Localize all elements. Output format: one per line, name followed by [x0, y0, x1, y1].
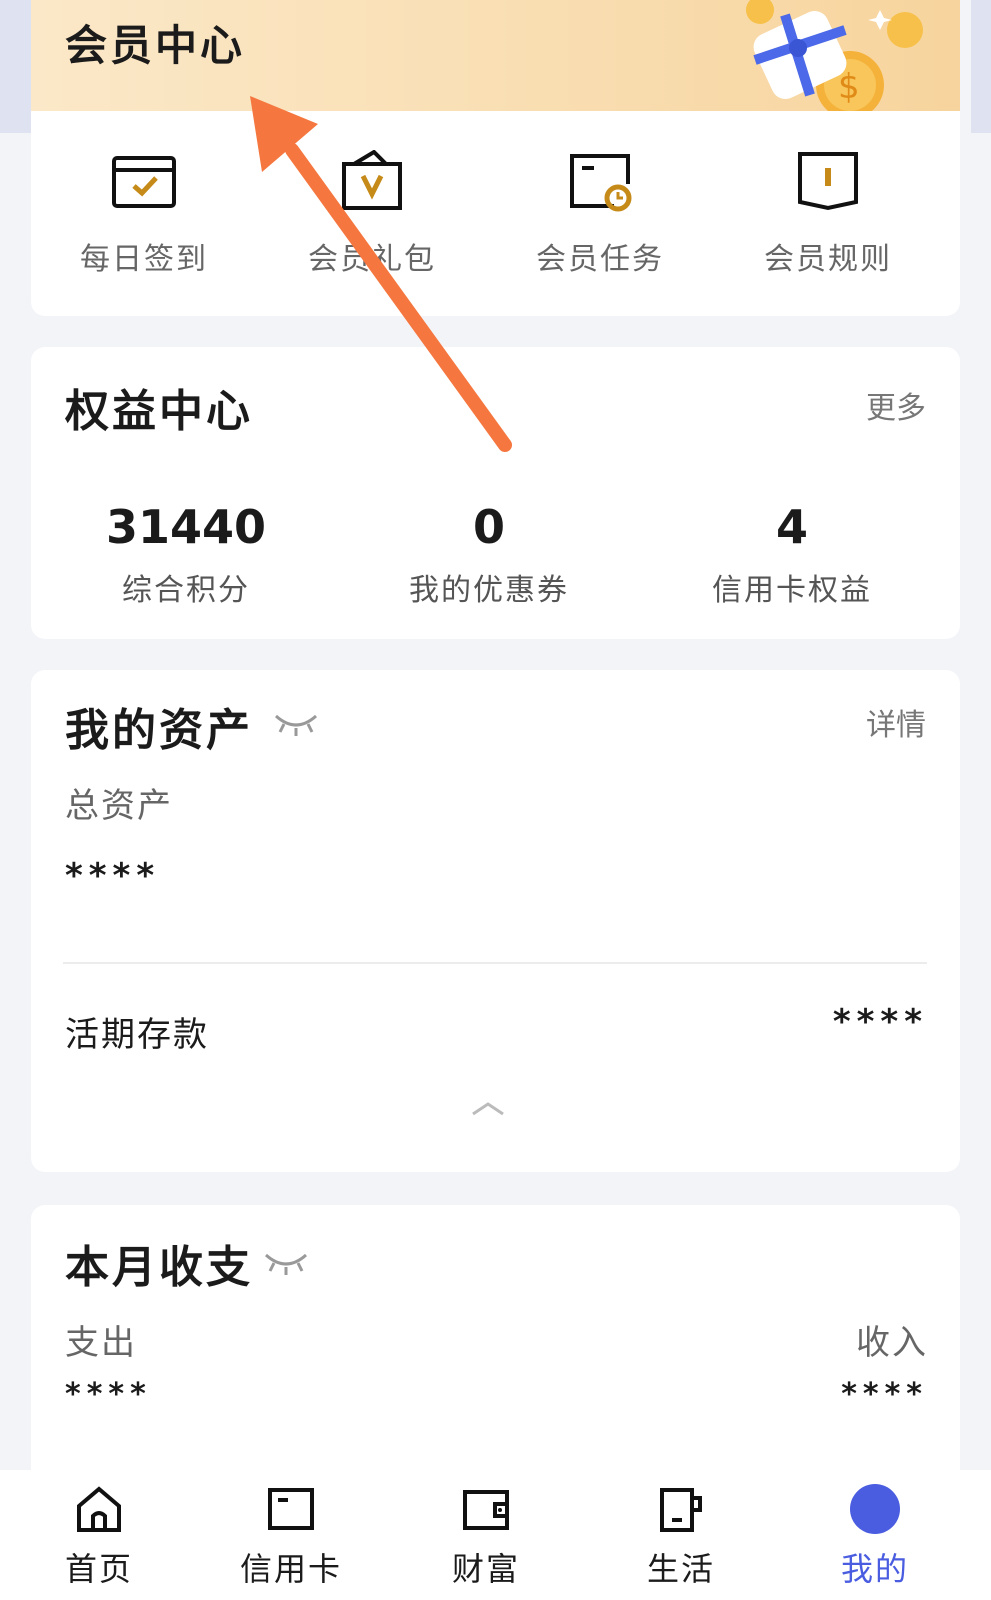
tab-mine-label: 我的: [840, 1550, 909, 1588]
member-task-label: 会员任务: [536, 242, 664, 277]
total-assets-value: ****: [65, 856, 161, 896]
coupons-stat[interactable]: 0 我的优惠券: [334, 497, 644, 609]
points-value: 31440: [105, 500, 267, 554]
tab-mine[interactable]: 我的: [795, 1484, 955, 1594]
expense-label: 支出: [65, 1323, 137, 1363]
member-rules-label: 会员规则: [764, 242, 892, 277]
member-center-title: 会员中心: [65, 21, 246, 70]
rights-center-card: 权益中心 更多 31440 综合积分 0 我的优惠券 4 信用卡权益: [31, 347, 960, 639]
total-assets-label: 总资产: [65, 786, 173, 826]
tab-wealth-label: 财富: [451, 1550, 520, 1588]
profile-icon: [850, 1484, 900, 1534]
calendar-check-icon: [112, 156, 176, 208]
card-rights-caption: 信用卡权益: [712, 573, 872, 608]
points-caption: 综合积分: [122, 573, 250, 608]
my-assets-title: 我的资产: [65, 705, 253, 756]
cup-icon: [660, 1488, 702, 1532]
tab-wealth[interactable]: 财富: [406, 1484, 566, 1594]
daily-checkin-label: 每日签到: [80, 242, 208, 277]
credit-card-icon: [268, 1488, 314, 1530]
tab-life[interactable]: 生活: [601, 1484, 761, 1594]
tab-home[interactable]: 首页: [19, 1484, 179, 1594]
tab-credit-card[interactable]: 信用卡: [211, 1484, 371, 1594]
collapse-chevron-icon[interactable]: [471, 1102, 505, 1116]
eye-closed-icon[interactable]: [274, 712, 318, 738]
gift-illustration: $: [746, 0, 923, 111]
income-value: ****: [841, 1377, 928, 1412]
daily-checkin-button[interactable]: 每日签到: [34, 150, 254, 280]
card-rights-value: 4: [775, 500, 808, 554]
rule-book-icon: [798, 152, 858, 211]
tab-home-label: 首页: [64, 1550, 133, 1588]
income-label: 收入: [856, 1323, 928, 1363]
member-banner[interactable]: 会员中心 $: [31, 0, 960, 111]
background-band: [0, 0, 31, 133]
background-band: [971, 0, 991, 133]
coupons-value: 0: [472, 500, 505, 554]
demand-deposit-label[interactable]: 活期存款: [65, 1007, 209, 1056]
tab-credit-card-label: 信用卡: [239, 1550, 342, 1588]
monthly-income-expense-card: 本月收支 支出 收入 **** ****: [31, 1205, 960, 1505]
demand-deposit-value: ****: [832, 1002, 928, 1042]
rights-center-title: 权益中心: [65, 386, 253, 437]
my-assets-card: 我的资产 详情 总资产 **** 活期存款 ****: [31, 670, 960, 1172]
assets-detail-link[interactable]: 详情: [866, 700, 926, 744]
member-gift-button[interactable]: 会员礼包: [262, 150, 482, 280]
points-stat[interactable]: 31440 综合积分: [31, 497, 341, 609]
wallet-icon: [463, 1490, 509, 1530]
divider: [63, 962, 927, 964]
member-task-button[interactable]: 会员任务: [490, 150, 710, 280]
rights-more-link[interactable]: 更多: [866, 383, 926, 427]
card-rights-stat[interactable]: 4 信用卡权益: [637, 497, 947, 609]
member-gift-label: 会员礼包: [308, 242, 436, 277]
home-icon: [77, 1486, 121, 1532]
member-center-card: 会员中心 $ 每日签到 会员礼包 会员任务 会员规则: [31, 0, 960, 316]
coupons-caption: 我的优惠券: [409, 573, 569, 608]
member-rules-button[interactable]: 会员规则: [718, 150, 938, 280]
task-clock-icon: [570, 154, 632, 212]
monthly-title: 本月收支: [65, 1242, 253, 1293]
gift-bag-icon: [342, 150, 402, 210]
eye-closed-icon[interactable]: [264, 1251, 308, 1277]
bottom-tab-bar: 首页 信用卡 财富 生活 我的: [0, 1470, 991, 1600]
expense-value: ****: [65, 1377, 152, 1412]
tab-life-label: 生活: [646, 1550, 715, 1588]
